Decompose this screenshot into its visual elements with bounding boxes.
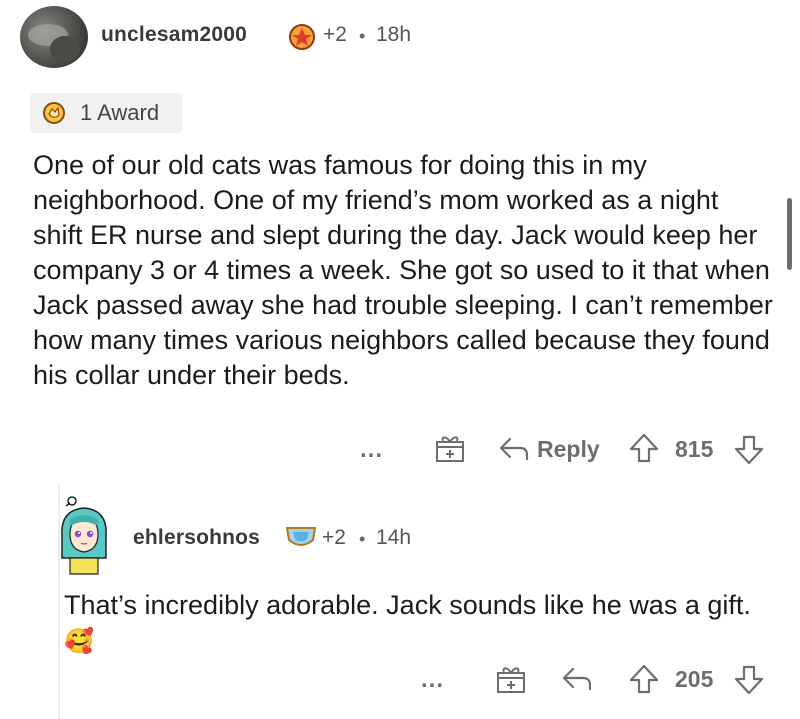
award-label: 1 Award xyxy=(80,100,160,125)
reply-more-options-button[interactable]: ... xyxy=(421,666,444,694)
upvote-arrow-icon[interactable] xyxy=(628,432,660,464)
comment-time[interactable]: 18h xyxy=(376,23,411,47)
reply-username[interactable]: ehlersohnos xyxy=(133,526,260,550)
reply-meta-separator: • xyxy=(359,529,366,549)
reply-button[interactable]: Reply xyxy=(537,436,600,463)
reply-arrow-icon[interactable] xyxy=(498,436,530,462)
downvote-arrow-icon[interactable] xyxy=(733,434,765,466)
award-badge[interactable]: 1 Award xyxy=(30,93,182,133)
reply-to-reply-arrow-icon[interactable] xyxy=(561,666,593,692)
reply-vote-score: 205 xyxy=(675,666,714,692)
more-options-button[interactable]: ... xyxy=(360,436,383,464)
award-hand-icon xyxy=(43,102,65,124)
karma-delta: +2 xyxy=(323,23,347,46)
reply-time[interactable]: 14h xyxy=(376,526,411,550)
smiling-hearts-emoji: 🥰 xyxy=(64,628,94,655)
award-medal-icon xyxy=(289,24,315,50)
vote-score: 815 xyxy=(675,436,714,462)
reply-body: That’s incredibly adorable. Jack sounds … xyxy=(64,588,784,659)
reply-downvote-arrow-icon[interactable] xyxy=(733,664,765,696)
user-avatar[interactable] xyxy=(20,6,88,68)
reply-gift-icon[interactable] xyxy=(495,663,527,695)
reply-user-avatar[interactable] xyxy=(56,496,112,576)
comment-username[interactable]: unclesam2000 xyxy=(101,23,247,47)
reply-karma-delta: +2 xyxy=(322,526,346,549)
reply-body-text: That’s incredibly adorable. Jack sounds … xyxy=(64,590,751,620)
reply-upvote-arrow-icon[interactable] xyxy=(628,663,660,695)
scrollbar[interactable] xyxy=(787,198,792,270)
flair-shield-icon xyxy=(285,527,317,546)
comment-body: One of our old cats was famous for doing… xyxy=(33,150,773,390)
meta-separator: • xyxy=(359,26,366,46)
gift-icon[interactable] xyxy=(434,432,466,464)
